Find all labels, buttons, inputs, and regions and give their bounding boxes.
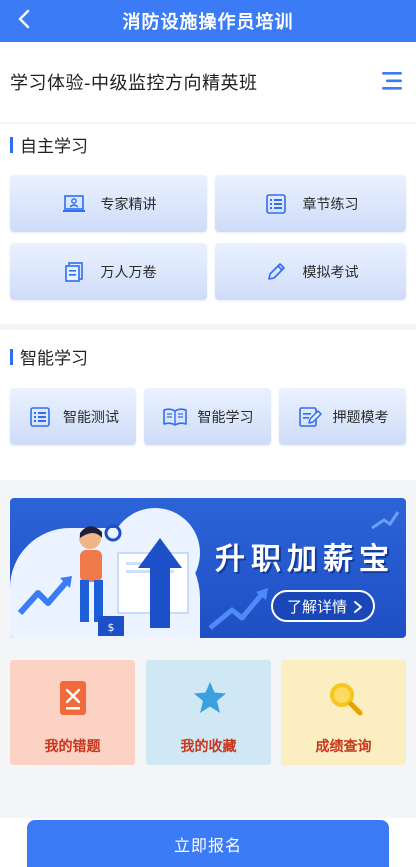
- menu-icon: [382, 72, 402, 90]
- learn-more-label: 了解详情: [287, 597, 348, 616]
- section-title-self-study: 自主学习: [10, 132, 88, 157]
- tile-predict-exam[interactable]: 押题模考: [279, 388, 406, 445]
- page-title: 消防设施操作员培训: [122, 12, 294, 33]
- tile-label: 智能学习: [197, 409, 254, 426]
- pen-icon: [263, 259, 289, 285]
- chapter-list-icon: [263, 191, 289, 217]
- promo-banner[interactable]: $ 升职加薪宝 了解详情: [10, 498, 406, 638]
- top-nav-bar: 消防设施操作员培训: [0, 0, 416, 42]
- tile-label: 模拟考试: [302, 264, 359, 281]
- card-label: 成绩查询: [315, 739, 372, 755]
- tile-label: 押题模考: [332, 409, 389, 426]
- wrong-questions-icon: [56, 680, 90, 716]
- card-label: 我的错题: [44, 739, 101, 755]
- card-score-query[interactable]: 成绩查询: [281, 660, 406, 765]
- tile-label: 章节练习: [302, 196, 359, 213]
- smart-study-section: 智能学习 智能测试 智能学习 押题模考: [0, 330, 416, 480]
- back-button[interactable]: [10, 3, 38, 35]
- course-bar: 学习体验-中级监控方向精英班: [0, 42, 416, 122]
- tile-smart-learning[interactable]: 智能学习: [144, 388, 271, 445]
- chevron-left-icon: [18, 9, 30, 29]
- tile-mock-exam[interactable]: 模拟考试: [215, 243, 406, 300]
- edit-paper-icon: [297, 404, 323, 430]
- card-favorites[interactable]: 我的收藏: [146, 660, 271, 765]
- star-icon: [192, 680, 226, 716]
- course-title: 学习体验-中级监控方向精英班: [10, 73, 258, 94]
- card-wrong-questions[interactable]: 我的错题: [10, 660, 135, 765]
- menu-button[interactable]: [380, 70, 404, 92]
- magnifier-icon: [327, 680, 362, 716]
- signup-button[interactable]: 立即报名: [27, 820, 389, 867]
- tile-smart-test[interactable]: 智能测试: [10, 388, 136, 445]
- tile-label: 专家精讲: [100, 196, 157, 213]
- banner-slogan: 升职加薪宝: [215, 542, 395, 577]
- tile-chapter-practice[interactable]: 章节练习: [215, 175, 406, 232]
- open-book-icon: [162, 404, 188, 430]
- tile-label: 万人万卷: [100, 264, 157, 281]
- test-list-icon: [27, 404, 53, 430]
- learn-more-button[interactable]: 了解详情: [271, 590, 375, 622]
- card-label: 我的收藏: [180, 739, 237, 755]
- tile-ten-thousand-papers[interactable]: 万人万卷: [10, 243, 207, 300]
- papers-icon: [61, 259, 87, 285]
- tile-expert-lecture[interactable]: 专家精讲: [10, 175, 207, 232]
- section-title-smart-study: 智能学习: [10, 344, 88, 369]
- chevron-right-icon: [354, 601, 362, 613]
- expert-lecture-icon: [61, 191, 87, 217]
- tile-label: 智能测试: [63, 409, 119, 426]
- self-study-section: 自主学习 专家精讲 章节练习 万人万卷 模拟考试: [0, 124, 416, 324]
